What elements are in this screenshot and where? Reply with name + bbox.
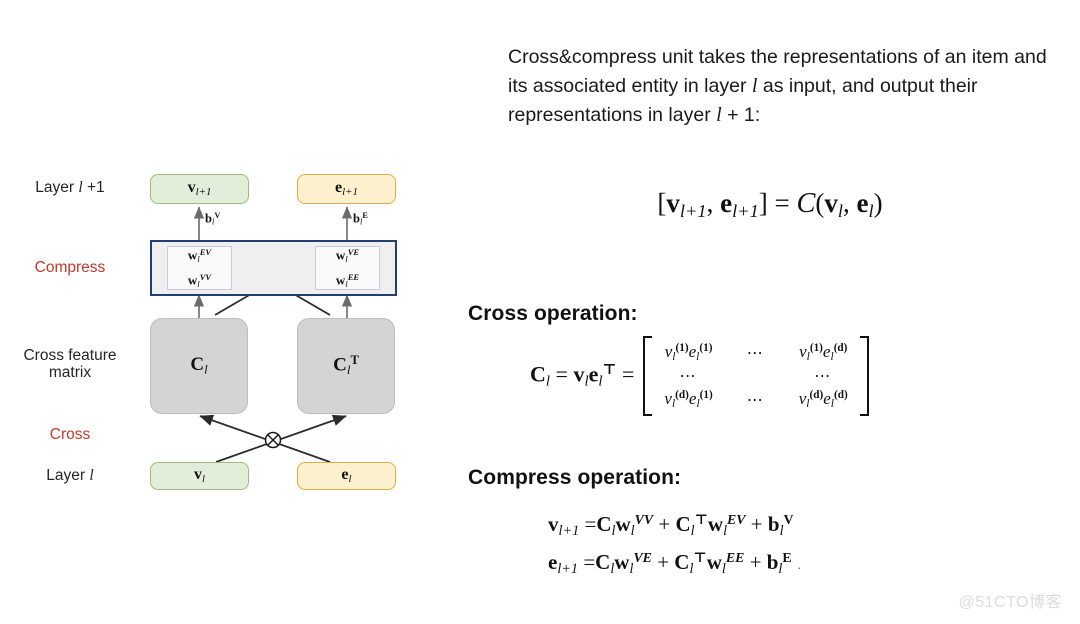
row-label-layer-l: Layer l <box>46 467 94 484</box>
slide-canvas: Layer l +1 Compress Cross feature matrix … <box>0 0 1080 624</box>
bias-label-e: blE <box>353 211 368 227</box>
cross-equation-lhs: Cl = vlel⊤ = <box>530 361 635 391</box>
row-label-layer-l-plus-1: Layer l +1 <box>35 179 105 196</box>
node-v-next-label: vl+1 <box>187 179 212 199</box>
cross-operation-heading: Cross operation: <box>468 302 638 325</box>
weight-w-ee: wlEE <box>335 272 360 289</box>
weight-w-vv: wlVV <box>187 272 212 289</box>
compress-operation-heading: Compress operation: <box>468 466 682 489</box>
weight-w-ve: wlVE <box>335 247 360 264</box>
node-e-layer-l: el <box>297 462 396 490</box>
node-cross-feature-matrix-c: Cl <box>150 318 248 414</box>
main-equation: [vl+1, el+1] = C(vl, el) <box>657 188 883 222</box>
watermark: @51CTO博客 <box>958 594 1062 611</box>
matrix-cell-r2c1: ⋯ <box>679 368 698 386</box>
node-c-transpose-label: ClT <box>333 353 359 378</box>
matrix-cell-r3c1: vl(d)el(1) <box>664 389 713 411</box>
diagram-connectors <box>193 206 353 463</box>
row-label-cross-feature-matrix: Cross feature matrix <box>23 347 117 382</box>
matrix-cell-r3c3: vl(d)el(d) <box>798 389 848 411</box>
node-e-l-label: el <box>341 466 352 486</box>
cross-feature-matrix-display: vl(1)el(1) ⋯ vl(1)el(d) ⋯ ⋯ vl(d)el(1) ⋯… <box>643 336 869 417</box>
cross-operation-equation: Cl = vlel⊤ = vl(1)el(1) ⋯ vl(1)el(d) ⋯ ⋯… <box>530 336 869 417</box>
compress-operation-equations: vl+1 =ClwlVV + Cl⊤wlEV + blV el+1 =ClwlV… <box>548 506 801 582</box>
compress-equation-v: vl+1 =ClwlVV + Cl⊤wlEV + blV <box>548 511 794 539</box>
compress-equation-e: el+1 =ClwlVE + Cl⊤wlEE + blE. <box>548 549 801 577</box>
node-c-label: Cl <box>190 354 208 377</box>
matrix-cell-r1c1: vl(1)el(1) <box>664 342 713 364</box>
weight-w-ev: wlEV <box>187 247 212 264</box>
explanation-panel: Cross&compress unit takes the representa… <box>460 0 1080 624</box>
tensor-product-icon <box>264 431 282 449</box>
matrix-cell-r2c3: ⋯ <box>814 368 833 386</box>
node-v-layer-next: vl+1 <box>150 174 249 204</box>
node-e-next-label: el+1 <box>335 179 358 199</box>
matrix-cell-r1c2: ⋯ <box>746 344 765 362</box>
matrix-cell-r1c3: vl(1)el(d) <box>799 342 848 364</box>
row-label-compress: Compress <box>34 259 106 276</box>
node-v-l-label: vl <box>193 466 206 486</box>
intro-paragraph: Cross&compress unit takes the representa… <box>508 46 1047 126</box>
node-e-layer-next: el+1 <box>297 174 396 204</box>
cross-compress-unit-diagram: Layer l +1 Compress Cross feature matrix … <box>0 0 460 624</box>
row-label-cross: Cross <box>49 426 91 443</box>
bias-label-v: blV <box>205 211 221 227</box>
weight-box-left: wlEV wlVV <box>167 246 232 290</box>
node-cross-feature-matrix-c-transpose: ClT <box>297 318 395 414</box>
matrix-cell-r3c2: ⋯ <box>746 391 765 409</box>
node-v-layer-l: vl <box>150 462 249 490</box>
weight-box-right: wlVE wlEE <box>315 246 380 290</box>
